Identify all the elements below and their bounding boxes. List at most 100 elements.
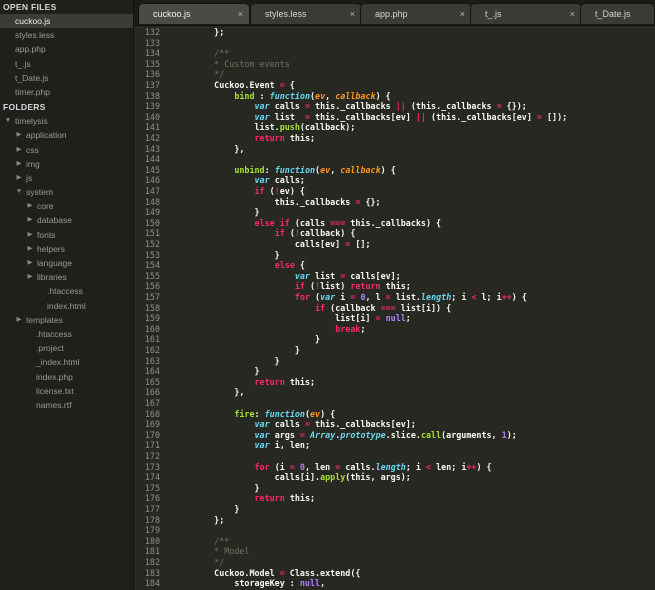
line-number: 140 [144,111,160,122]
code-token: Cuckoo.Event [194,80,280,90]
file-label: .project [36,343,64,354]
code-token: ) { [380,164,396,175]
disclosure-down-icon[interactable]: ▼ [15,185,23,199]
open-file-item[interactable]: timer.php [0,85,133,99]
code-token: null [299,578,321,589]
code-token: bind [234,90,255,101]
code-line: list.push(callback); [194,122,356,133]
code-line: */ [194,69,224,80]
disclosure-right-icon[interactable]: ▶ [15,313,23,327]
file-item[interactable]: .project [0,341,133,355]
open-file-item[interactable]: t_.js [0,57,133,71]
code-editor[interactable]: 132 133 134 135 136 137 138 139 140 141 142 143 144 1… [134,26,655,590]
folder-item[interactable]: ▶ libraries [0,270,133,284]
code-token: } [194,345,300,355]
disclosure-right-icon[interactable]: ▶ [15,171,23,185]
folder-item[interactable]: ▶ database [0,213,133,227]
file-item[interactable]: .htaccess [0,327,133,341]
close-icon[interactable]: × [350,4,355,24]
disclosure-right-icon[interactable]: ▶ [15,157,23,171]
code-token: fire [234,408,255,419]
code-line: this._callbacks = {}; [194,197,381,208]
tab-t-date-js[interactable]: t_Date.js [580,3,655,24]
tab-styles-less[interactable]: styles.less × [250,3,362,24]
close-icon[interactable]: × [570,4,575,24]
folder-item[interactable]: ▶ core [0,199,133,213]
open-file-item[interactable]: app.php [0,42,133,56]
folder-item[interactable]: ▶ img [0,157,133,171]
folder-item[interactable]: ▶ js [0,171,133,185]
line-number: 176 [144,493,160,504]
disclosure-right-icon[interactable]: ▶ [26,213,34,227]
folder-item[interactable]: ▶ fonts [0,228,133,242]
folder-label: fonts [37,229,56,240]
code-line: } [194,345,300,356]
folder-item[interactable]: ▼ system [0,185,133,199]
folder-label: img [26,158,40,169]
disclosure-right-icon[interactable]: ▶ [26,228,34,242]
disclosure-right-icon[interactable]: ▶ [26,199,34,213]
folder-item[interactable]: ▶ language [0,256,133,270]
line-number: 144 [144,154,160,165]
disclosure-down-icon[interactable]: ▼ [4,114,12,128]
disclosure-right-icon[interactable]: ▶ [26,242,34,256]
disclosure-right-icon[interactable]: ▶ [26,256,34,270]
file-item[interactable]: license.txt [0,384,133,398]
open-file-item[interactable]: t_Date.js [0,71,133,85]
code-line: else { [194,260,305,271]
code-token: }; [194,27,225,37]
code-token: function [264,408,305,419]
line-number: 182 [144,557,160,567]
close-icon[interactable]: × [238,4,243,24]
open-file-item[interactable]: styles.less [0,28,133,42]
disclosure-right-icon[interactable]: ▶ [26,270,34,284]
close-icon[interactable]: × [460,4,465,24]
code-token: }, [194,387,245,398]
file-item[interactable]: index.php [0,370,133,384]
open-file-label: styles.less [15,30,55,41]
file-item[interactable]: names.rtf [0,398,133,412]
code-token: this; [380,281,411,292]
folder-item[interactable]: ▶ application [0,128,133,142]
code-area[interactable]: }; /** * Custom events */ Cuckoo.Event =… [194,26,654,590]
tab-label: styles.less [265,9,307,19]
editor-window: OPEN FILES cuckoo.js styles.less app.php t_… [0,0,655,590]
tab-cuckoo-js[interactable]: cuckoo.js × [138,3,250,24]
code-line: var list = calls[ev]; [194,271,401,282]
disclosure-right-icon[interactable]: ▶ [15,143,23,157]
code-token: var [294,270,310,281]
code-line: for (i = 0, len = calls.length; i < len;… [194,462,492,473]
file-item[interactable]: _index.html [0,355,133,369]
code-line: list[i] = null; [194,313,411,324]
folder-item[interactable]: ▶ templates [0,313,133,327]
code-line: if (!ev) { [194,186,305,197]
line-number: 173 [144,461,160,472]
code-line: * Model [194,546,249,557]
folder-item[interactable]: ▼ timelysis [0,114,133,128]
code-token: return [350,281,381,292]
code-line: var calls; [194,175,305,186]
folder-item[interactable]: ▶ helpers [0,242,133,256]
file-item[interactable]: index.html [0,299,133,313]
disclosure-right-icon[interactable]: ▶ [15,128,23,142]
folder-item[interactable]: ▶ css [0,143,133,157]
code-line: Cuckoo.Event = { [194,80,295,91]
line-number: 151 [144,228,160,239]
tab-t-js[interactable]: t_.js × [470,3,582,24]
code-line: /** [194,536,229,547]
open-file-item[interactable]: cuckoo.js [0,14,133,29]
folder-label: application [26,130,67,141]
code-token: (i [269,461,290,472]
tab-app-php[interactable]: app.php × [360,3,472,24]
code-token: list) [320,281,351,292]
code-token: []; [350,239,371,249]
line-number: 161 [144,334,160,345]
code-token: }; [194,514,225,525]
file-item[interactable]: .htaccess [0,284,133,298]
code-token: : [264,164,275,175]
code-token: var [254,111,270,122]
